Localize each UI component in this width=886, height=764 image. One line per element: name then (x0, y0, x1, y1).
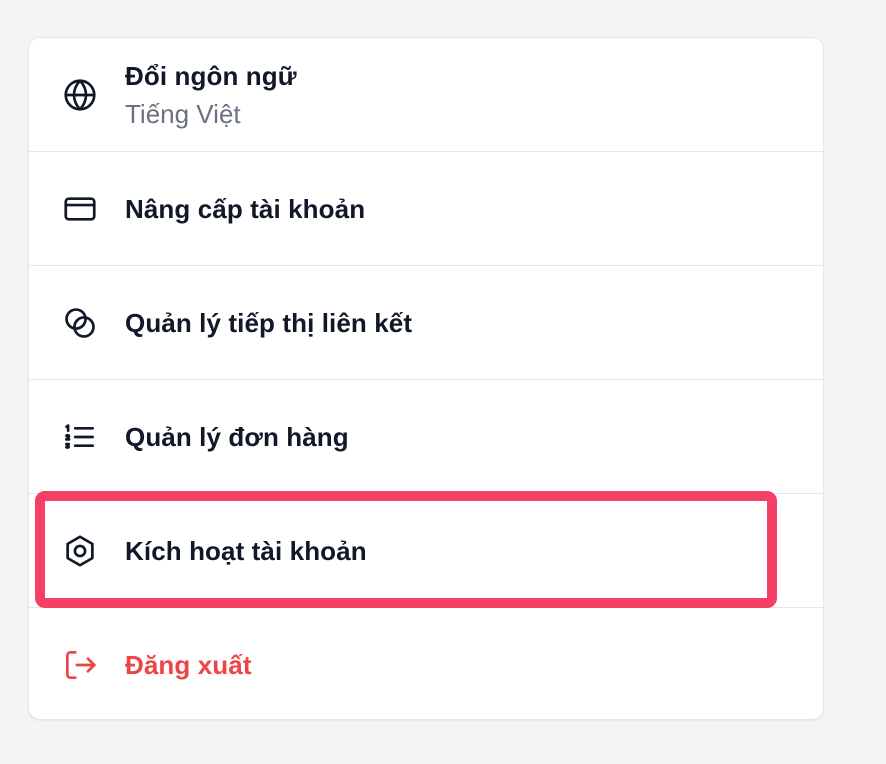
account-menu-card: Đổi ngôn ngữ Tiếng Việt Nâng cấp tài kho… (28, 37, 824, 720)
linked-circles-icon (61, 304, 99, 342)
hexagon-icon (61, 532, 99, 570)
menu-item-order-management[interactable]: Quản lý đơn hàng (29, 380, 823, 494)
menu-item-label: Quản lý tiếp thị liên kết (125, 307, 413, 338)
menu-item-logout[interactable]: Đăng xuất (29, 608, 823, 719)
numbered-list-icon (61, 418, 99, 456)
menu-item-change-language[interactable]: Đổi ngôn ngữ Tiếng Việt (29, 38, 823, 152)
menu-item-affiliate-management[interactable]: Quản lý tiếp thị liên kết (29, 266, 823, 380)
current-language-value: Tiếng Việt (125, 98, 241, 129)
menu-item-upgrade-account[interactable]: Nâng cấp tài khoản (29, 152, 823, 266)
credit-card-icon (61, 190, 99, 228)
menu-item-label: Quản lý đơn hàng (125, 421, 349, 452)
menu-item-label: Nâng cấp tài khoản (125, 193, 366, 224)
globe-icon (61, 76, 99, 114)
menu-item-activate-account[interactable]: Kích hoạt tài khoản (29, 494, 823, 608)
logout-icon (61, 646, 99, 684)
menu-item-label: Đăng xuất (125, 650, 252, 680)
menu-item-label: Đổi ngôn ngữ (125, 60, 297, 91)
menu-item-label: Kích hoạt tài khoản (125, 535, 367, 566)
